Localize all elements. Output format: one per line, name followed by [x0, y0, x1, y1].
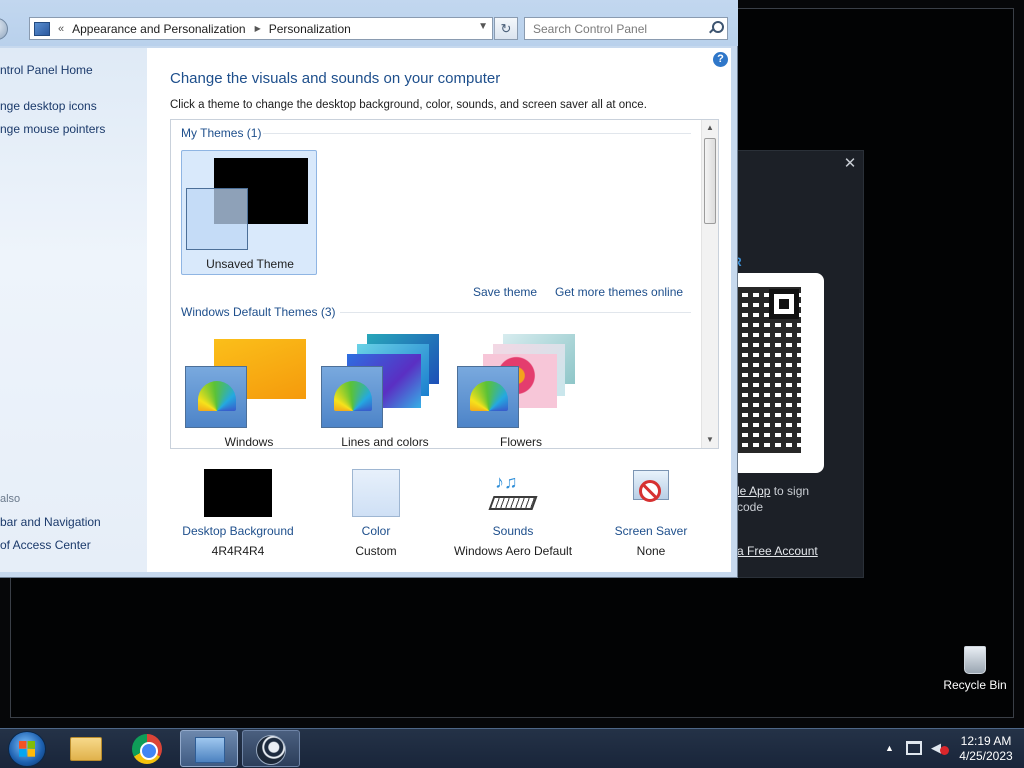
show-hidden-icons-icon[interactable]: ▲: [885, 743, 894, 753]
theme-flowers[interactable]: Flowers: [453, 330, 589, 449]
sounds-icon: ♪♫: [488, 472, 538, 516]
control-panel-icon: [195, 737, 225, 763]
color-palette-icon: [321, 366, 383, 428]
color-palette-icon: [185, 366, 247, 428]
sidebar-item-control-panel-home[interactable]: ntrol Panel Home: [0, 63, 93, 77]
setting-label[interactable]: Desktop Background: [168, 524, 308, 538]
sidebar-item-taskbar-navigation[interactable]: bar and Navigation: [0, 515, 101, 529]
sidebar-item-mouse-pointers[interactable]: nge mouse pointers: [0, 122, 105, 136]
clock-date: 4/25/2023: [959, 749, 1013, 763]
control-panel-window: « Appearance and Personalization ▶ Perso…: [0, 0, 738, 578]
theme-name: Lines and colors: [341, 435, 429, 449]
window-toolbar: « Appearance and Personalization ▶ Perso…: [0, 0, 738, 46]
page-title: Change the visuals and sounds on your co…: [170, 70, 501, 87]
sidebar-item-ease-of-access[interactable]: of Access Center: [0, 538, 91, 552]
close-icon[interactable]: ✕: [841, 155, 859, 173]
mobile-app-link[interactable]: le App: [737, 484, 770, 498]
recycle-bin[interactable]: Recycle Bin: [940, 646, 1010, 692]
taskbar-steam[interactable]: [242, 730, 300, 767]
network-icon[interactable]: [906, 741, 922, 755]
color-palette-icon: [457, 366, 519, 428]
desktop-background-icon: [204, 469, 272, 517]
address-bar[interactable]: « Appearance and Personalization ▶ Perso…: [29, 17, 493, 40]
control-panel-icon: [34, 21, 50, 36]
color-swatch-icon: [352, 469, 400, 517]
theme-lines-and-colors[interactable]: Lines and colors: [317, 330, 453, 449]
get-more-themes-link[interactable]: Get more themes online: [555, 285, 683, 299]
page-subtitle: Click a theme to change the desktop back…: [170, 99, 647, 111]
group-divider: [340, 312, 691, 313]
refresh-button[interactable]: ↻: [494, 17, 518, 40]
see-also-heading: also: [0, 493, 21, 505]
personalization-content: ? Change the visuals and sounds on your …: [147, 48, 731, 572]
recycle-bin-label: Recycle Bin: [943, 678, 1007, 692]
steam-code-text: code: [737, 500, 764, 514]
steam-icon: [256, 735, 286, 765]
setting-label[interactable]: Color: [306, 524, 446, 538]
default-themes-label: Windows Default Themes (3): [181, 305, 336, 319]
breadcrumb-personalization[interactable]: Personalization: [269, 22, 351, 36]
scroll-up-icon[interactable]: ▲: [702, 120, 718, 136]
save-theme-link[interactable]: Save theme: [473, 285, 537, 299]
theme-name: Flowers: [499, 435, 542, 449]
qr-code: [731, 273, 824, 473]
group-divider: [263, 133, 691, 134]
theme-list-scrollbar[interactable]: ▲ ▼: [701, 120, 718, 448]
sidebar-item-desktop-icons[interactable]: nge desktop icons: [0, 99, 97, 113]
recycle-bin-icon: [964, 646, 986, 674]
setting-value: Windows Aero Default: [453, 544, 573, 558]
theme-preview-color: [186, 188, 248, 250]
signin-text-rest: to sign: [770, 484, 810, 498]
scrollbar-thumb[interactable]: [704, 138, 716, 224]
create-account-link-row: a Free Account: [737, 543, 818, 559]
screen-saver-icon: [629, 470, 673, 514]
setting-value: Custom: [355, 544, 397, 558]
taskbar: ▲ ◀ 12:19 AM 4/25/2023: [0, 728, 1024, 768]
taskbar-control-panel[interactable]: [180, 730, 238, 767]
setting-label[interactable]: Sounds: [443, 524, 583, 538]
search-box[interactable]: Search Control Panel: [524, 17, 728, 40]
taskbar-clock[interactable]: 12:19 AM 4/25/2023: [955, 734, 1017, 764]
setting-value: None: [636, 544, 666, 558]
taskbar-chrome[interactable]: [118, 730, 176, 767]
breadcrumb-separator-icon[interactable]: ▶: [255, 24, 261, 33]
theme-unsaved[interactable]: Unsaved Theme: [181, 150, 317, 275]
theme-list: My Themes (1) Unsaved Theme Save theme G…: [170, 119, 719, 449]
theme-windows[interactable]: Windows: [181, 330, 317, 449]
help-icon[interactable]: ?: [713, 52, 728, 67]
search-input[interactable]: Search Control Panel: [533, 22, 647, 36]
theme-name: Unsaved Theme: [206, 257, 294, 271]
breadcrumb-overflow[interactable]: «: [58, 23, 64, 35]
sidebar: ntrol Panel Home nge desktop icons nge m…: [0, 48, 147, 572]
taskbar-explorer[interactable]: [56, 730, 114, 767]
chrome-icon: [132, 734, 162, 764]
breadcrumb-appearance[interactable]: Appearance and Personalization: [72, 22, 245, 36]
folder-icon: [70, 737, 102, 761]
theme-name: Windows: [224, 435, 274, 449]
volume-muted-icon: [940, 746, 949, 755]
setting-label[interactable]: Screen Saver: [581, 524, 721, 538]
steam-signin-text: le App to sign: [737, 483, 809, 499]
scroll-down-icon[interactable]: ▼: [702, 432, 718, 448]
qr-finder: [769, 289, 799, 319]
create-account-link[interactable]: a Free Account: [737, 544, 818, 558]
back-button[interactable]: [0, 18, 8, 40]
start-button[interactable]: [8, 731, 46, 767]
clock-time: 12:19 AM: [960, 734, 1012, 748]
my-themes-label: My Themes (1): [181, 126, 262, 140]
setting-value: 4R4R4R4: [211, 544, 265, 558]
search-icon[interactable]: [708, 21, 724, 35]
chevron-down-icon[interactable]: ▼: [478, 21, 488, 32]
